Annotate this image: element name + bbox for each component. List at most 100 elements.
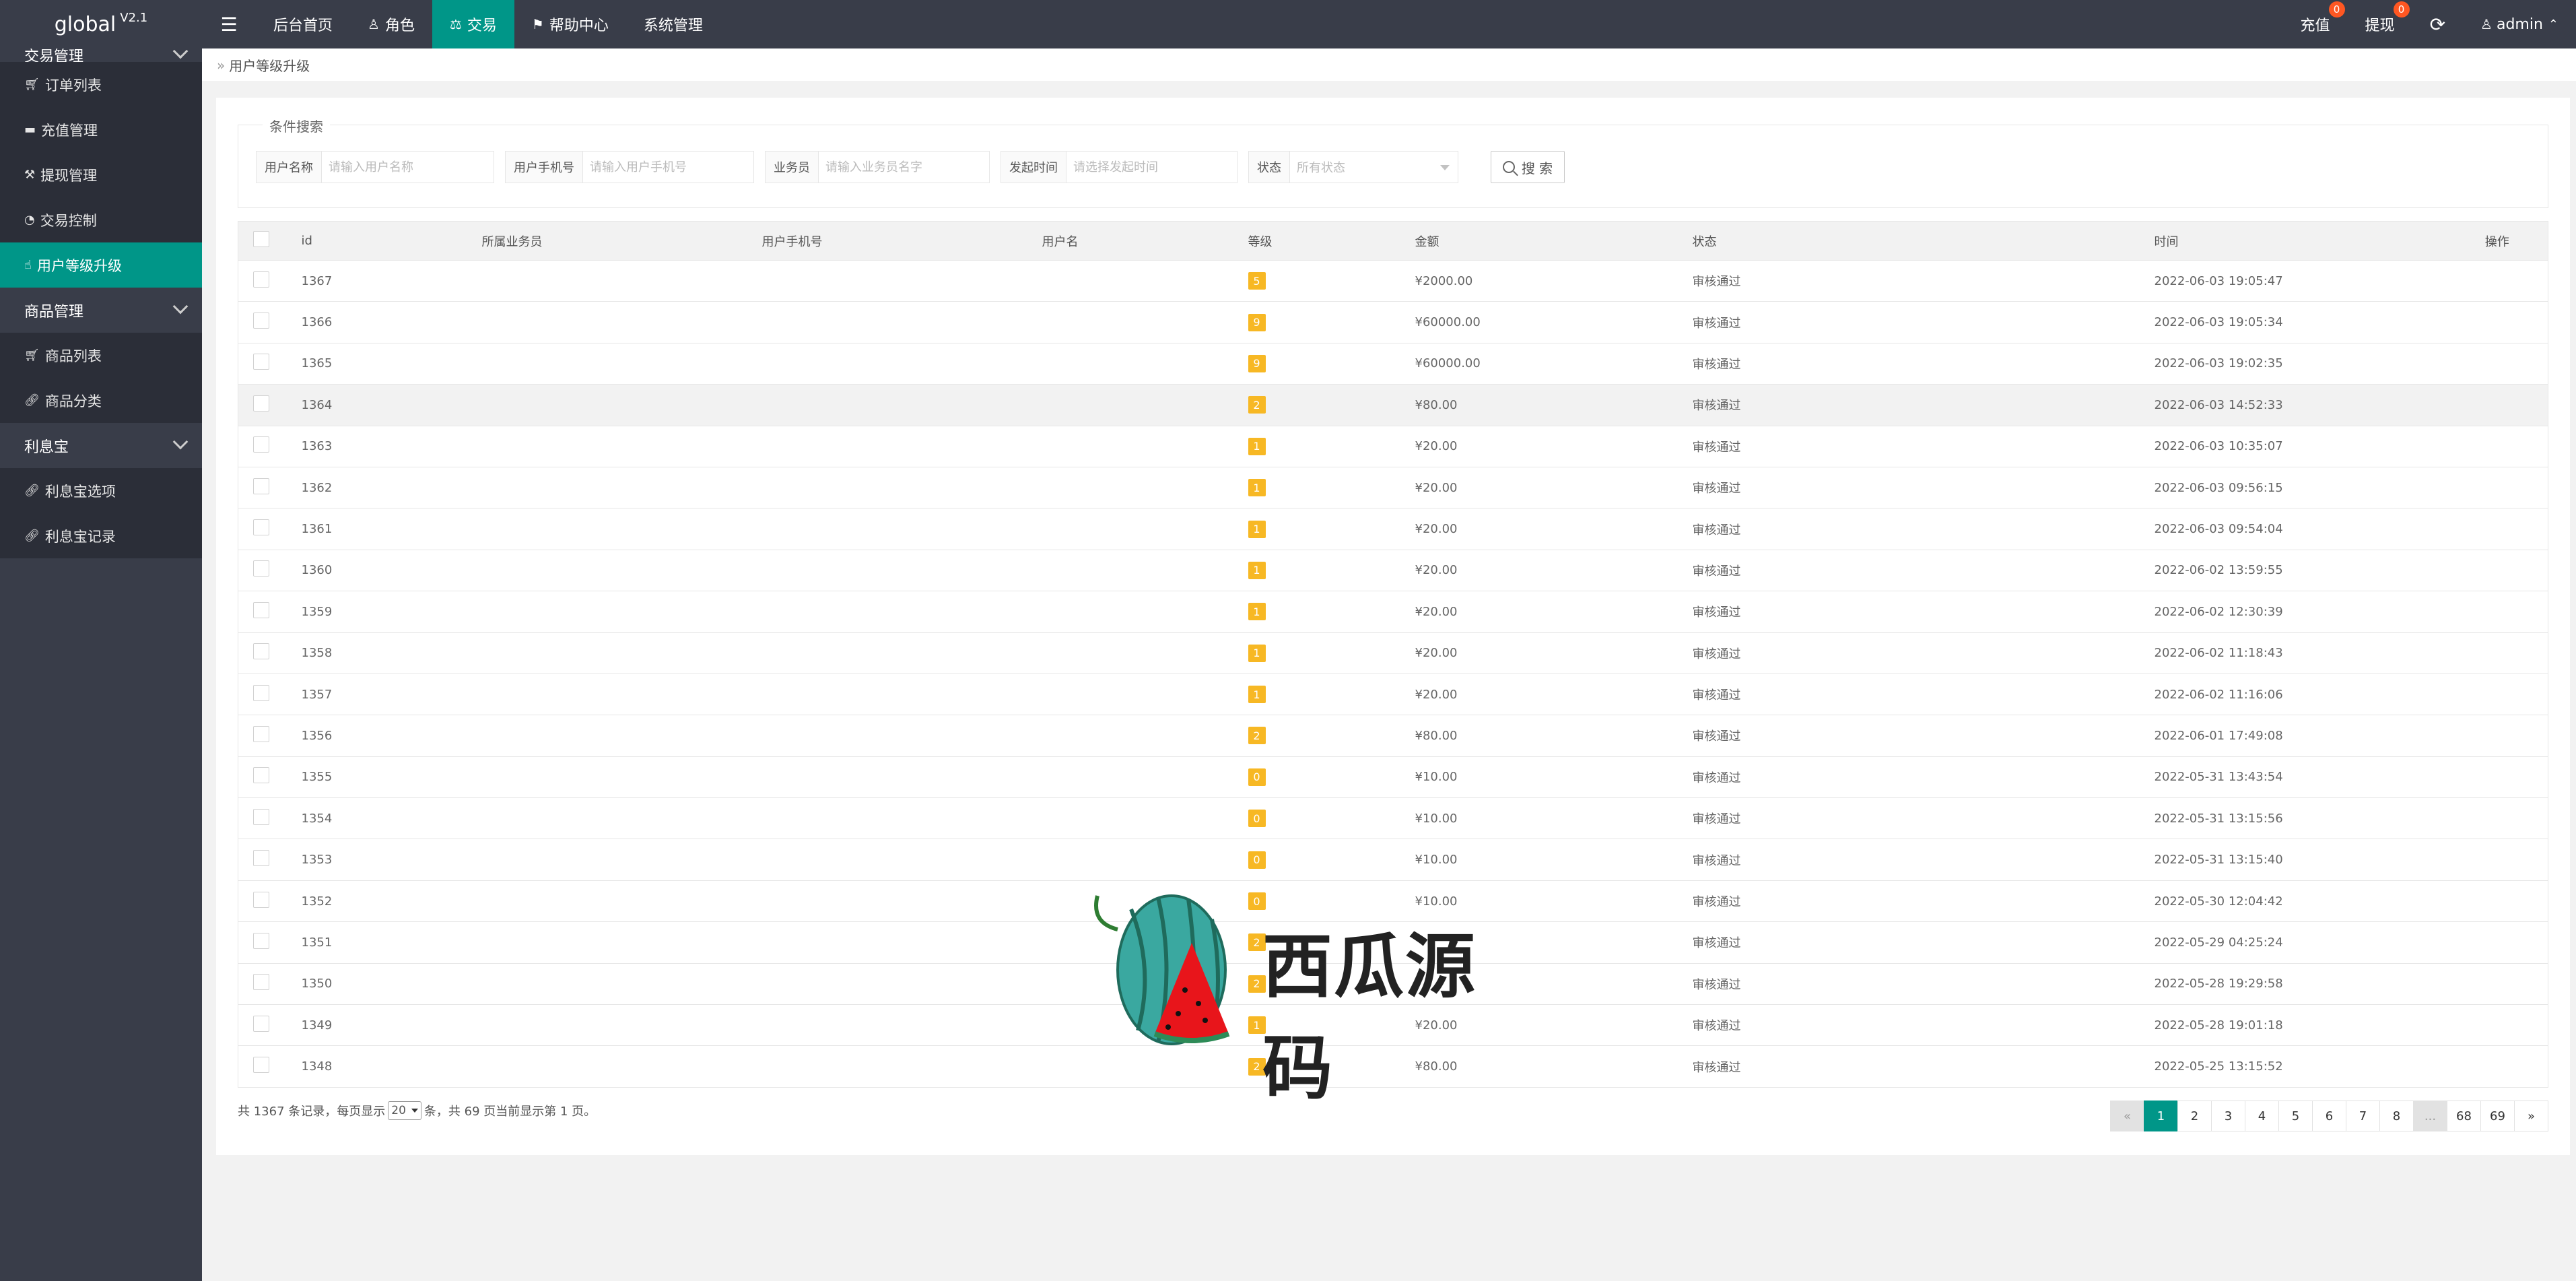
sidebar-item-trade-control[interactable]: ◔ 交易控制 [0,197,202,242]
row-checkbox-cell [238,1004,302,1047]
table-row[interactable]: 1366 9 ¥60000.00 审核通过 2022-06-03 19:05:34 [238,301,2548,343]
nav-role[interactable]: ♙ 角色 [350,0,432,48]
sidebar-item-goods-category[interactable]: 🔗︎ 商品分类 [0,378,202,423]
caret-down-icon [411,1109,418,1113]
sidebar-group-trade[interactable]: 交易管理 [0,48,202,62]
table-row[interactable]: 1355 0 ¥10.00 审核通过 2022-05-31 13:43:54 [238,756,2548,799]
nav-trade-label: 交易 [467,18,497,34]
cell-username [1042,426,1248,467]
withdraw-link[interactable]: 提现 0 [2348,0,2412,48]
table-row[interactable]: 1361 1 ¥20.00 审核通过 2022-06-03 09:54:04 [238,508,2548,550]
cell-time: 2022-06-03 10:35:07 [2154,426,2485,467]
cell-level: 2 [1248,384,1415,426]
row-checkbox[interactable] [253,560,269,577]
table-row[interactable]: 1359 1 ¥20.00 审核通过 2022-06-02 12:30:39 [238,591,2548,633]
username-search-input[interactable] [322,152,494,183]
row-checkbox[interactable] [253,1057,269,1074]
row-checkbox[interactable] [253,974,269,991]
select-all-checkbox[interactable] [253,231,269,247]
table-row[interactable]: 1365 9 ¥60000.00 审核通过 2022-06-03 19:02:35 [238,343,2548,385]
time-search-input[interactable] [1066,152,1237,183]
row-checkbox[interactable] [253,643,269,660]
row-checkbox[interactable] [253,932,269,949]
agent-search-input[interactable] [819,152,989,183]
search-button[interactable]: 搜 索 [1491,151,1565,183]
table-row[interactable]: 1360 1 ¥20.00 审核通过 2022-06-02 13:59:55 [238,550,2548,592]
cell-agent [481,1004,762,1047]
row-checkbox[interactable] [253,1015,269,1032]
row-checkbox[interactable] [253,601,269,618]
sidebar-group-lixibao-label: 利息宝 [24,438,69,456]
row-checkbox[interactable] [253,519,269,536]
sidebar-item-withdraw[interactable]: ⚒ 提现管理 [0,152,202,197]
table-row[interactable]: 1354 0 ¥10.00 审核通过 2022-05-31 13:15:56 [238,797,2548,840]
cell-username [1042,632,1248,674]
sidebar-item-lixibao-records[interactable]: 🔗︎ 利息宝记录 [0,513,202,558]
hamburger-icon[interactable]: ☰ [202,0,256,48]
nav-trade[interactable]: ⚖ 交易 [432,0,514,48]
user-menu[interactable]: ♙ admin ⌃ [2463,0,2576,48]
page-next[interactable]: » [2514,1101,2548,1131]
sidebar-item-lixibao-options[interactable]: 🔗︎ 利息宝选项 [0,468,202,513]
cell-time: 2022-06-03 14:52:33 [2154,384,2485,426]
page-7[interactable]: 7 [2346,1101,2380,1131]
nav-home[interactable]: 后台首页 [256,0,350,48]
sidebar-item-goods-list[interactable]: 🛒︎ 商品列表 [0,333,202,378]
row-checkbox[interactable] [253,850,269,867]
page-5[interactable]: 5 [2278,1101,2313,1131]
table-row[interactable]: 1358 1 ¥20.00 审核通过 2022-06-02 11:18:43 [238,632,2548,674]
row-checkbox-cell [238,467,302,509]
page-6[interactable]: 6 [2312,1101,2346,1131]
row-checkbox[interactable] [253,478,269,494]
phone-search-input[interactable] [583,152,753,183]
cell-id: 1365 [301,343,482,385]
watermark: 西瓜源码 [1091,869,1515,1109]
col-header-agent: 所属业务员 [481,221,762,261]
cell-phone [761,963,1042,1006]
table-row[interactable]: 1363 1 ¥20.00 审核通过 2022-06-03 10:35:07 [238,426,2548,467]
cell-status: 审核通过 [1692,591,2155,633]
row-checkbox[interactable] [253,891,269,908]
page-3[interactable]: 3 [2211,1101,2245,1131]
sidebar-item-label: 利息宝选项 [44,483,116,500]
table-row[interactable]: 1356 2 ¥80.00 审核通过 2022-06-01 17:49:08 [238,715,2548,757]
table-row[interactable]: 1362 1 ¥20.00 审核通过 2022-06-03 09:56:15 [238,467,2548,509]
row-checkbox[interactable] [253,767,269,784]
recharge-link[interactable]: 充值 0 [2283,0,2348,48]
refresh-icon[interactable]: ⟳ [2412,0,2463,48]
table-row[interactable]: 1357 1 ¥20.00 审核通过 2022-06-02 11:16:06 [238,674,2548,716]
cell-action [2484,343,2548,385]
table-row[interactable]: 1364 2 ¥80.00 审核通过 2022-06-03 14:52:33 [238,384,2548,426]
page-68[interactable]: 68 [2447,1101,2481,1131]
page-size-select[interactable]: 20 [388,1101,421,1120]
page-8[interactable]: 8 [2379,1101,2414,1131]
page-prev[interactable]: « [2110,1101,2144,1131]
double-chevron-right-icon: » [217,57,226,73]
sidebar-item-recharge[interactable]: ▬ 充值管理 [0,107,202,152]
row-checkbox[interactable] [253,725,269,742]
recharge-label: 充值 [2300,18,2330,34]
row-checkbox[interactable] [253,313,269,329]
row-checkbox[interactable] [253,395,269,412]
cell-phone [761,301,1042,343]
page-1[interactable]: 1 [2144,1101,2178,1131]
sidebar-group-goods[interactable]: 商品管理 [0,288,202,333]
nav-system[interactable]: 系统管理 [626,0,720,48]
sidebar-item-level-upgrade[interactable]: ☝ 用户等级升级 [0,242,202,288]
row-checkbox[interactable] [253,684,269,701]
row-checkbox[interactable] [253,271,269,288]
status-select[interactable]: 所有状态 [1290,152,1458,183]
table-row[interactable]: 1367 5 ¥2000.00 审核通过 2022-06-03 19:05:47 [238,260,2548,302]
page-2[interactable]: 2 [2177,1101,2212,1131]
page-69[interactable]: 69 [2480,1101,2515,1131]
page-4[interactable]: 4 [2245,1101,2279,1131]
cell-action [2484,880,2548,923]
row-checkbox[interactable] [253,354,269,370]
sidebar-group-lixibao[interactable]: 利息宝 [0,423,202,468]
sidebar-item-orders[interactable]: 🛒︎ 订单列表 [0,62,202,107]
nav-help-label: 帮助中心 [549,18,609,34]
row-checkbox[interactable] [253,436,269,453]
table-footer-summary: 共 1367 条记录，每页显示 20 条，共 69 页当前显示第 1 页。 [238,1101,596,1120]
row-checkbox[interactable] [253,808,269,825]
nav-help[interactable]: ⚑ 帮助中心 [514,0,626,48]
